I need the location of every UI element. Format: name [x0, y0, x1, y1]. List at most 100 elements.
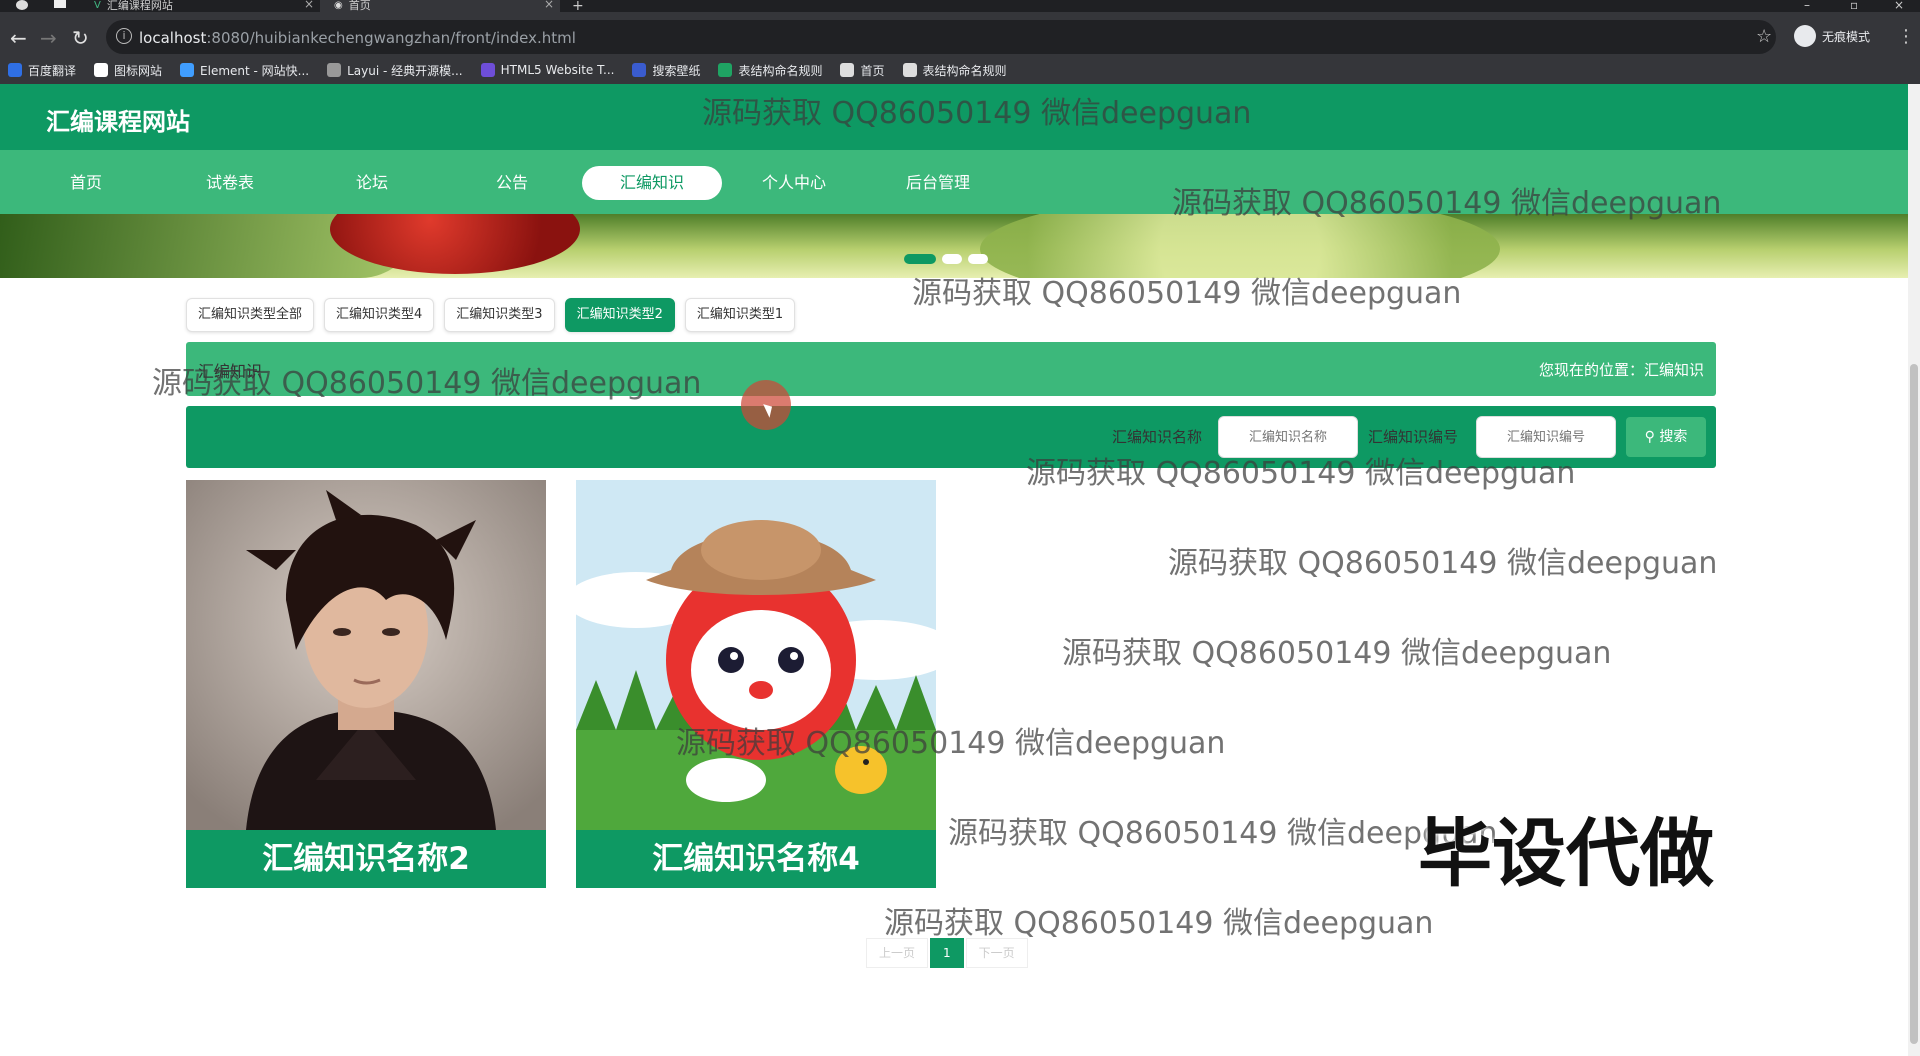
bookmark-label: 图标网站 — [114, 63, 163, 78]
incognito-label: 无痕模式 — [1822, 29, 1871, 44]
browser-tab[interactable]: V 汇编课程网站 × — [80, 0, 320, 12]
nav-item[interactable]: 后台管理 — [868, 166, 1008, 200]
tab-search-icon[interactable] — [54, 0, 66, 8]
url-text[interactable]: localhost:8080/huibiankechengwangzhan/fr… — [139, 29, 576, 47]
bookmark-label: 表结构命名规则 — [922, 63, 1007, 78]
bookmark-item[interactable]: 搜索壁纸 — [632, 62, 700, 79]
incognito-indicator[interactable]: 无痕模式 — [1794, 24, 1870, 48]
bookmark-label: 首页 — [860, 63, 885, 78]
code-label: 汇编知识编号 — [1368, 428, 1459, 446]
prev-page-button[interactable]: 上一页 — [866, 938, 929, 968]
section-title: 汇编知识 — [198, 362, 263, 381]
bookmark-label: HTML5 Website T... — [500, 63, 615, 77]
main-nav: 首页 试卷表 论坛 公告 汇编知识 个人中心 后台管理 — [0, 150, 1908, 214]
bookmark-label: Element - 网站快... — [200, 63, 310, 78]
bookmark-favicon-icon — [180, 63, 195, 77]
bookmark-item[interactable]: 首页 — [840, 62, 885, 79]
bookmark-item[interactable]: Element - 网站快... — [180, 62, 309, 79]
back-arrow-icon[interactable]: ← — [10, 26, 27, 50]
reload-icon[interactable]: ↻ — [72, 26, 89, 50]
carousel-indicators — [904, 254, 988, 264]
bookmark-favicon-icon — [718, 63, 733, 77]
breadcrumb: 您现在的位置：汇编知识 — [1538, 361, 1704, 379]
bookmark-favicon-icon — [632, 63, 647, 77]
category-tab[interactable]: 汇编知识类型1 — [684, 298, 796, 332]
watermark: 源码获取 QQ86050149 微信deepguan — [1168, 546, 1718, 581]
browser-menu-icon[interactable] — [16, 0, 28, 10]
bookmark-favicon-icon — [840, 63, 855, 77]
card-title[interactable]: 汇编知识名称2 — [186, 830, 546, 888]
card-image — [576, 480, 936, 830]
current-page[interactable]: 1 — [930, 938, 964, 968]
maximize-icon[interactable]: ▫ — [1850, 0, 1858, 12]
site-info-icon[interactable]: i — [116, 28, 132, 44]
bookmark-label: 百度翻译 — [28, 63, 77, 78]
carousel-dot[interactable] — [904, 254, 936, 264]
bookmark-favicon-icon — [327, 63, 342, 77]
nav-item[interactable]: 首页 — [16, 166, 156, 200]
knowledge-card[interactable]: 汇编知识名称2 — [186, 480, 546, 888]
promo-text: 毕设代做 — [1418, 811, 1714, 897]
watermark: 源码获取 QQ86050149 微信deepguan — [1062, 636, 1612, 671]
close-tab-icon[interactable]: × — [304, 0, 314, 10]
card-image — [186, 480, 546, 830]
banner-leaf — [980, 214, 1500, 278]
bookmark-star-icon[interactable]: ☆ — [1756, 26, 1772, 47]
site-title[interactable]: 汇编课程网站 — [46, 102, 190, 137]
bookmark-label: Layui - 经典开源模... — [347, 63, 463, 78]
nav-item[interactable]: 公告 — [442, 166, 582, 200]
name-search-input[interactable] — [1218, 416, 1358, 458]
incognito-icon — [1794, 25, 1816, 47]
nav-item[interactable]: 汇编知识 — [582, 166, 722, 200]
category-tab[interactable]: 汇编知识类型4 — [324, 298, 435, 332]
close-tab-icon[interactable]: × — [544, 0, 554, 10]
bookmark-item[interactable]: 百度翻译 — [8, 62, 76, 79]
category-tab[interactable]: 汇编知识类型2 — [564, 298, 675, 332]
bookmark-favicon-icon — [480, 63, 495, 77]
bookmark-item[interactable]: Layui - 经典开源模... — [327, 62, 463, 79]
carousel-banner[interactable] — [0, 214, 1908, 278]
category-tab[interactable]: 汇编知识类型3 — [444, 298, 555, 332]
search-button[interactable]: ⚲ 搜索 — [1626, 417, 1706, 457]
bookmark-favicon-icon — [94, 63, 109, 77]
pagination: 上一页 1 下一页 — [866, 938, 1028, 968]
page-scrollbar[interactable] — [1908, 84, 1920, 1056]
bookmark-label: 搜索壁纸 — [652, 63, 701, 78]
bookmark-label: 表结构命名规则 — [738, 63, 823, 78]
globe-favicon-icon: ◉ — [334, 0, 343, 11]
bookmark-item[interactable]: 表结构命名规则 — [718, 62, 822, 79]
breadcrumb-bar: 汇编知识 您现在的位置：汇编知识 — [186, 342, 1716, 396]
watermark: 源码获取 QQ86050149 微信deepguan — [884, 906, 1434, 941]
bookmark-item[interactable]: HTML5 Website T... — [480, 63, 615, 77]
tab-title: 首页 — [348, 0, 371, 12]
vue-favicon-icon: V — [94, 0, 101, 11]
bookmark-favicon-icon — [8, 63, 22, 77]
bookmarks-bar: 百度翻译 图标网站 Element - 网站快... Layui - 经典开源模...… — [0, 56, 1920, 84]
bookmark-item[interactable]: 表结构命名规则 — [902, 62, 1007, 79]
browser-tab-active[interactable]: ◉ 首页 × — [320, 0, 560, 12]
minimize-icon[interactable]: – — [1804, 0, 1810, 12]
watermark: 源码获取 QQ86050149 微信deepguan — [948, 816, 1498, 851]
web-page: 汇编课程网站 首页 试卷表 论坛 公告 汇编知识 个人中心 后台管理 汇编知识类型全部 汇编知… — [0, 84, 1920, 1056]
window-close-icon[interactable]: × — [1894, 0, 1904, 12]
nav-item[interactable]: 试卷表 — [160, 166, 300, 200]
card-title[interactable]: 汇编知识名称4 — [576, 830, 936, 888]
nav-item[interactable]: 个人中心 — [724, 166, 864, 200]
category-filter: 汇编知识类型全部 汇编知识类型4 汇编知识类型3 汇编知识类型2 汇编知识类型1 — [186, 298, 796, 332]
category-tab[interactable]: 汇编知识类型全部 — [186, 298, 315, 332]
knowledge-card[interactable]: 汇编知识名称4 — [576, 480, 936, 888]
name-label: 汇编知识名称 — [1112, 428, 1203, 446]
search-icon: ⚲ — [1644, 429, 1655, 445]
bookmark-item[interactable]: 图标网站 — [94, 62, 162, 79]
code-search-input[interactable] — [1476, 416, 1616, 458]
carousel-dot[interactable] — [968, 254, 988, 264]
site-header: 汇编课程网站 — [0, 84, 1908, 150]
nav-item[interactable]: 论坛 — [302, 166, 442, 200]
search-bar: 汇编知识名称 汇编知识编号 ⚲ 搜索 — [186, 406, 1716, 468]
bookmark-favicon-icon — [902, 63, 917, 77]
next-page-button[interactable]: 下一页 — [965, 938, 1028, 968]
scroll-thumb[interactable] — [1910, 364, 1918, 1044]
more-menu-icon[interactable]: ⋮ — [1897, 26, 1915, 47]
carousel-dot[interactable] — [942, 254, 962, 264]
forward-arrow-icon[interactable]: → — [40, 26, 57, 50]
